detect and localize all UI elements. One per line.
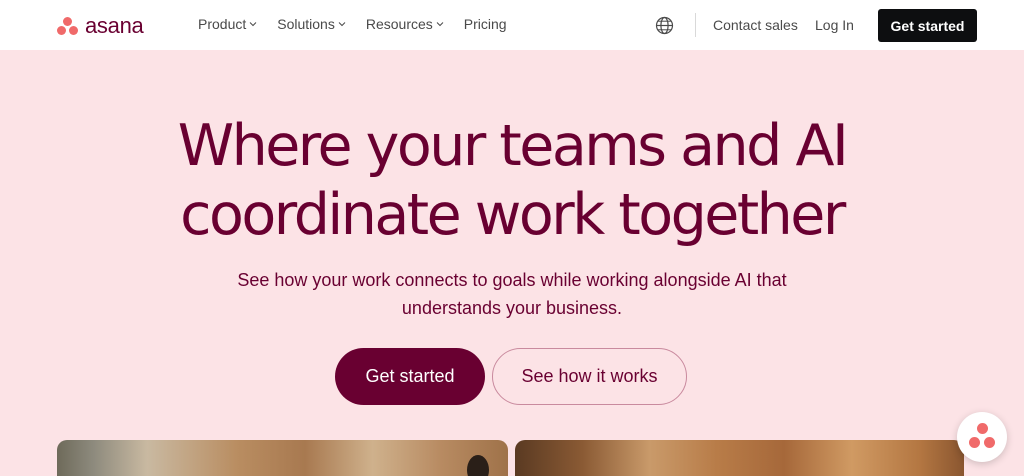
nav-pricing[interactable]: Pricing bbox=[464, 16, 507, 32]
headline-line-2: coordinate work together bbox=[180, 182, 846, 248]
contact-sales-link[interactable]: Contact sales bbox=[713, 17, 798, 33]
headline-line-1: Where your teams and AI bbox=[177, 113, 849, 179]
chevron-down-icon bbox=[338, 20, 346, 28]
nav-resources-label: Resources bbox=[365, 16, 433, 32]
logo-text: asana bbox=[85, 13, 144, 38]
hero-section: Where your teams and AI coordinate work … bbox=[0, 50, 1024, 476]
hero-get-started-button[interactable]: Get started bbox=[335, 348, 485, 405]
login-link[interactable]: Log In bbox=[815, 17, 854, 33]
see-how-it-works-button[interactable]: See how it works bbox=[492, 348, 687, 405]
header-get-started-button[interactable]: Get started bbox=[878, 9, 977, 42]
chevron-down-icon bbox=[436, 20, 444, 28]
hero-image-left bbox=[57, 440, 508, 476]
nav-solutions-label: Solutions bbox=[277, 16, 335, 32]
person-silhouette bbox=[467, 455, 489, 476]
nav-pricing-label: Pricing bbox=[463, 16, 507, 32]
globe-icon[interactable] bbox=[655, 16, 674, 35]
asana-logo-dot bbox=[984, 437, 995, 448]
header-divider bbox=[695, 13, 696, 37]
main-nav: Product Solutions Resources Pricing bbox=[198, 16, 527, 32]
asana-logo[interactable]: asana bbox=[57, 13, 144, 39]
nav-solutions[interactable]: Solutions bbox=[277, 16, 346, 32]
asana-logo-icon bbox=[977, 423, 988, 434]
chevron-down-icon bbox=[249, 20, 257, 28]
hero-headline: Where your teams and AI coordinate work … bbox=[0, 112, 1024, 250]
asana-logo-dot bbox=[969, 437, 980, 448]
asana-logo-icon bbox=[57, 16, 79, 36]
hero-image-right bbox=[515, 440, 964, 476]
nav-product-label: Product bbox=[198, 16, 247, 32]
hero-subtitle: See how your work connects to goals whil… bbox=[237, 270, 787, 318]
site-header: asana Product Solutions Resources Pricin… bbox=[0, 0, 1024, 50]
nav-resources[interactable]: Resources bbox=[366, 16, 444, 32]
asana-chat-button[interactable] bbox=[957, 412, 1007, 462]
nav-product[interactable]: Product bbox=[198, 16, 257, 32]
